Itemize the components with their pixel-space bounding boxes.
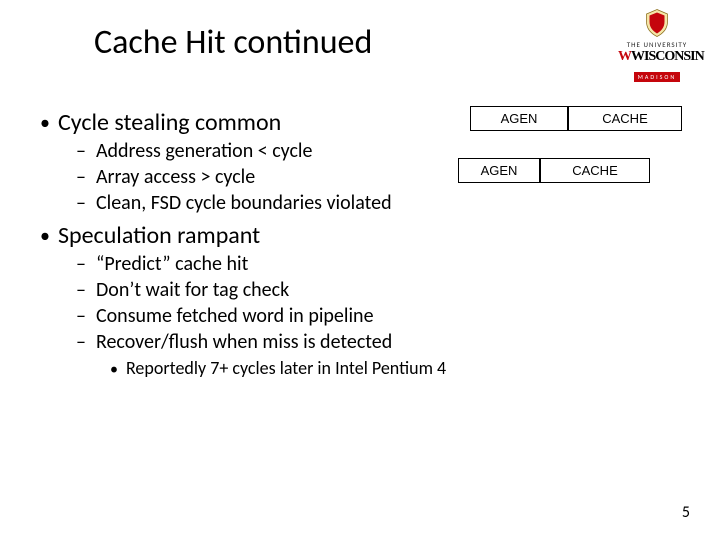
cache-box: CACHE bbox=[568, 106, 682, 131]
agen-box: AGEN bbox=[470, 106, 568, 131]
stage-boxes-1: AGEN CACHE bbox=[470, 106, 682, 131]
bullet-1-sub-1-text: Address generation < cycle bbox=[96, 139, 312, 163]
bullet-1-sub-3: –Clean, FSD cycle boundaries violated bbox=[40, 191, 692, 215]
bullet-icon: • bbox=[110, 360, 118, 379]
bullet-2-note: • Reportedly 7+ cycles later in Intel Pen… bbox=[40, 357, 692, 379]
bullet-1-sub-2-text: Array access > cycle bbox=[96, 165, 255, 189]
bullet-2: • Speculation rampant bbox=[40, 221, 692, 250]
cache-box: CACHE bbox=[540, 158, 650, 183]
bullet-1-sub-3-text: Clean, FSD cycle boundaries violated bbox=[96, 191, 392, 215]
bullet-2-sub-4: –Recover/flush when miss is detected bbox=[40, 330, 692, 354]
bullet-1-text: Cycle stealing common bbox=[58, 108, 281, 137]
bullet-2-sub-3-text: Consume fetched word in pipeline bbox=[96, 304, 374, 328]
bullet-2-sub-1-text: “Predict” cache hit bbox=[96, 252, 248, 276]
stage-boxes-2: AGEN CACHE bbox=[458, 158, 650, 183]
bullet-2-text: Speculation rampant bbox=[58, 221, 260, 250]
slide-title: Cache Hit continued bbox=[94, 22, 372, 63]
slide-body: AGEN CACHE AGEN CACHE • Cycle stealing c… bbox=[40, 108, 692, 382]
agen-box: AGEN bbox=[458, 158, 540, 183]
bullet-2-sub-3: –Consume fetched word in pipeline bbox=[40, 304, 692, 328]
logo-city: MADISON bbox=[634, 72, 680, 82]
logo-wordmark: WWISCONSIN bbox=[618, 49, 696, 65]
bullet-2-sub-2: –Don’t wait for tag check bbox=[40, 278, 692, 302]
university-logo: THE UNIVERSITY WWISCONSIN MADISON bbox=[618, 8, 696, 84]
logo-name: WISCONSIN bbox=[631, 49, 704, 64]
bullet-icon: • bbox=[40, 224, 50, 248]
page-number: 5 bbox=[682, 503, 690, 522]
crest-icon bbox=[642, 8, 672, 38]
bullet-2-sub-1: –“Predict” cache hit bbox=[40, 252, 692, 276]
bullet-2-sub-2-text: Don’t wait for tag check bbox=[96, 278, 289, 302]
bullet-2-note-text: Reportedly 7+ cycles later in Intel Pent… bbox=[126, 357, 446, 379]
bullet-2-sub-4-text: Recover/flush when miss is detected bbox=[96, 330, 392, 354]
logo-line1: THE UNIVERSITY bbox=[618, 40, 696, 49]
bullet-icon: • bbox=[40, 111, 50, 135]
